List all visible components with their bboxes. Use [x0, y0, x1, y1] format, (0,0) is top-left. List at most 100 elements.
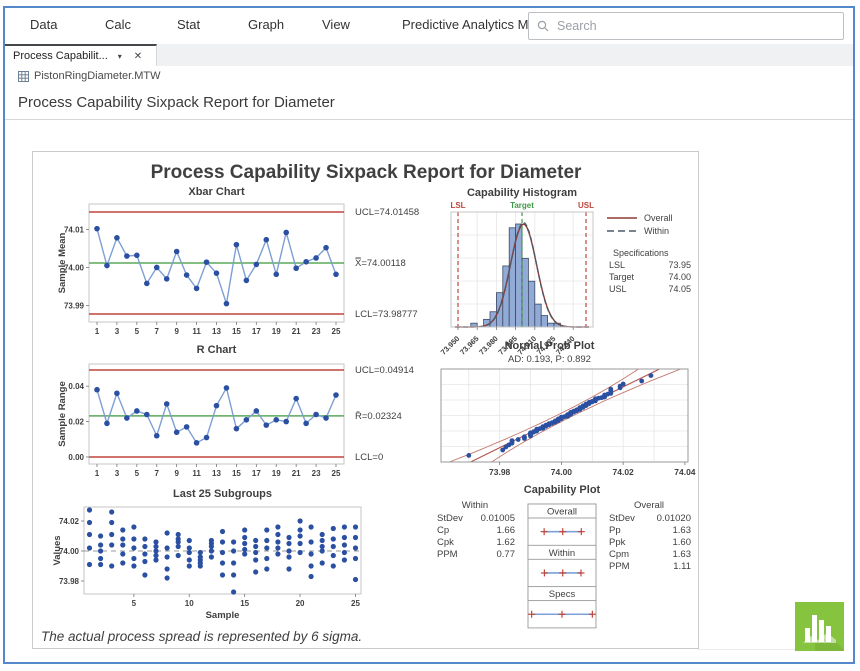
menu-calc[interactable]: Calc	[105, 17, 131, 32]
search-input[interactable]	[555, 18, 843, 34]
data-point	[220, 529, 225, 534]
data-point	[353, 535, 358, 540]
data-point	[120, 542, 125, 547]
data-point	[153, 557, 158, 562]
data-point	[231, 572, 236, 577]
data-point	[176, 536, 181, 541]
data-point	[231, 548, 236, 553]
data-point	[87, 520, 92, 525]
data-point	[198, 554, 203, 559]
data-point	[353, 524, 358, 529]
data-point	[298, 518, 303, 523]
x-tick-label: 11	[192, 469, 201, 478]
spec-row-value: 74.05	[668, 284, 691, 294]
data-point	[273, 272, 279, 278]
x-tick-label: 73.965	[458, 334, 481, 357]
tab-close-icon[interactable]: ✕	[134, 51, 142, 62]
stat-label: Cpm	[609, 549, 629, 560]
data-point	[283, 419, 289, 425]
data-point	[234, 242, 240, 248]
x-tick-label: 7	[155, 327, 160, 336]
data-point	[165, 554, 170, 559]
data-point	[342, 550, 347, 555]
data-point	[174, 249, 180, 255]
data-point	[214, 270, 220, 276]
stat-value: 1.11	[673, 561, 691, 572]
lcl-label: LCL=0	[355, 452, 383, 463]
menu-graph[interactable]: Graph	[248, 17, 284, 32]
data-point	[263, 237, 269, 243]
menu-view[interactable]: View	[322, 17, 350, 32]
x-tick-label: 3	[115, 327, 120, 336]
data-point	[253, 544, 258, 549]
x-tick-label: 17	[252, 327, 261, 336]
sixpack-figure[interactable]: Process Capability Sixpack Report for Di…	[33, 152, 698, 648]
x-tick-label: 23	[312, 469, 321, 478]
x-tick-label: 9	[174, 469, 179, 478]
data-point	[286, 541, 291, 546]
tab-dropdown-icon[interactable]: ▾	[118, 52, 122, 61]
data-point	[231, 589, 236, 594]
data-point	[220, 550, 225, 555]
data-point	[263, 422, 269, 428]
legend-overall-label: Overall	[644, 213, 673, 223]
sixpack-figure-panel[interactable]: Process Capability Sixpack Report for Di…	[32, 151, 699, 649]
data-point	[298, 527, 303, 532]
data-point	[342, 524, 347, 529]
data-point	[275, 532, 280, 537]
y-axis-label: Sample Range	[57, 381, 68, 446]
data-point	[142, 551, 147, 556]
histogram-bar	[528, 281, 534, 327]
x-tick-label: 1	[95, 469, 100, 478]
rchart-chart: R Chart0.040.020.00135791113151719212325…	[57, 344, 414, 478]
y-tick-label: 0.04	[68, 382, 84, 391]
data-point	[231, 560, 236, 565]
x-tick-label: 21	[292, 469, 301, 478]
stat-value: 1.63	[673, 525, 692, 536]
menu-stat[interactable]: Stat	[177, 17, 200, 32]
data-point	[273, 417, 279, 423]
menu-data[interactable]: Data	[30, 17, 57, 32]
data-point	[333, 272, 339, 278]
worksheet-link[interactable]: PistonRingDiameter.MTW	[18, 70, 161, 82]
data-point	[254, 408, 260, 414]
search-icon	[537, 20, 549, 32]
x-tick-label: 25	[332, 327, 341, 336]
data-point	[120, 527, 125, 532]
y-tick-label: 73.98	[59, 577, 80, 586]
spec-row-label: Target	[609, 272, 635, 282]
xbar-title: Xbar Chart	[188, 186, 245, 198]
x-tick-label: 73.98	[489, 467, 511, 477]
xbar-chart: Xbar Chart74.0174.0073.99135791113151719…	[57, 186, 419, 336]
stat-value: 1.62	[497, 537, 516, 548]
data-point	[165, 575, 170, 580]
data-point	[184, 272, 190, 278]
spec-row-value: 73.95	[668, 260, 691, 270]
data-point	[204, 259, 210, 265]
ucl-label: UCL=0.04914	[355, 365, 414, 376]
data-point	[275, 539, 280, 544]
data-point	[187, 563, 192, 568]
data-point	[94, 387, 100, 393]
data-point	[510, 438, 515, 443]
data-point	[104, 263, 110, 269]
stat-label: Cpk	[437, 537, 454, 548]
data-point	[323, 415, 329, 421]
data-point	[164, 276, 170, 282]
data-point	[176, 544, 181, 549]
data-point	[220, 572, 225, 577]
tab-process-capability[interactable]: Process Capabilit... ▾ ✕	[5, 44, 157, 66]
data-point	[187, 550, 192, 555]
x-tick-label: 74.02	[613, 467, 635, 477]
legend: OverallWithin	[607, 213, 673, 236]
data-point	[174, 429, 180, 435]
data-point	[98, 556, 103, 561]
data-point	[333, 392, 339, 398]
data-point	[187, 538, 192, 543]
data-point	[649, 373, 654, 378]
y-axis-label: Values	[52, 535, 63, 565]
stat-value: 0.01020	[657, 513, 691, 524]
data-point	[142, 544, 147, 549]
y-axis-label: Sample Mean	[57, 232, 68, 293]
overall-table-title: Overall	[634, 500, 664, 511]
